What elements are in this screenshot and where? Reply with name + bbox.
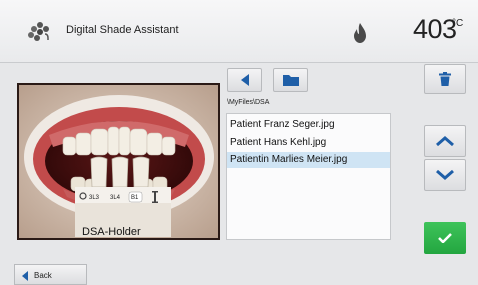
back-button[interactable]: Back — [14, 264, 87, 285]
list-item[interactable]: Patient Hans Kehl.jpg — [227, 135, 390, 151]
list-item[interactable]: Patientin Marlies Meier.jpg — [227, 152, 390, 168]
flame-icon — [354, 23, 366, 43]
teeth-cluster-icon — [28, 22, 49, 41]
scroll-up-button[interactable] — [424, 125, 466, 157]
back-label: Back — [34, 271, 52, 280]
checkmark-icon — [438, 233, 452, 243]
temperature-value: 403 — [413, 14, 457, 44]
folder-icon — [282, 75, 299, 86]
temperature-unit: °C — [452, 18, 464, 29]
shade-tab-label: 3L3 — [89, 195, 100, 201]
chevron-up-icon — [436, 136, 454, 147]
trash-icon — [439, 72, 451, 86]
list-item[interactable]: Patient Franz Seger.jpg — [227, 117, 390, 133]
chevron-down-icon — [436, 169, 454, 180]
file-list[interactable]: Patient Franz Seger.jpg Patient Hans Keh… — [226, 113, 391, 240]
previous-folder-button[interactable] — [227, 68, 262, 92]
back-arrow-icon — [22, 271, 28, 281]
image-preview: 3L3 3L4 B1 — [17, 83, 220, 240]
folder-button[interactable] — [273, 68, 308, 92]
shade-tab-label: 3L4 — [110, 195, 121, 201]
confirm-button[interactable] — [424, 222, 466, 254]
page-title: Digital Shade Assistant — [66, 24, 179, 36]
scroll-down-button[interactable] — [424, 159, 466, 191]
header-bar: Digital Shade Assistant 403 °C — [0, 0, 478, 63]
teeth-photo: 3L3 3L4 B1 — [19, 85, 218, 238]
current-path: \MyFiles\DSA — [227, 99, 270, 106]
delete-button[interactable] — [424, 64, 466, 94]
holder-label: DSA-Holder — [82, 226, 141, 238]
shade-tab-label: B1 — [131, 195, 139, 201]
left-arrow-icon — [240, 74, 249, 86]
